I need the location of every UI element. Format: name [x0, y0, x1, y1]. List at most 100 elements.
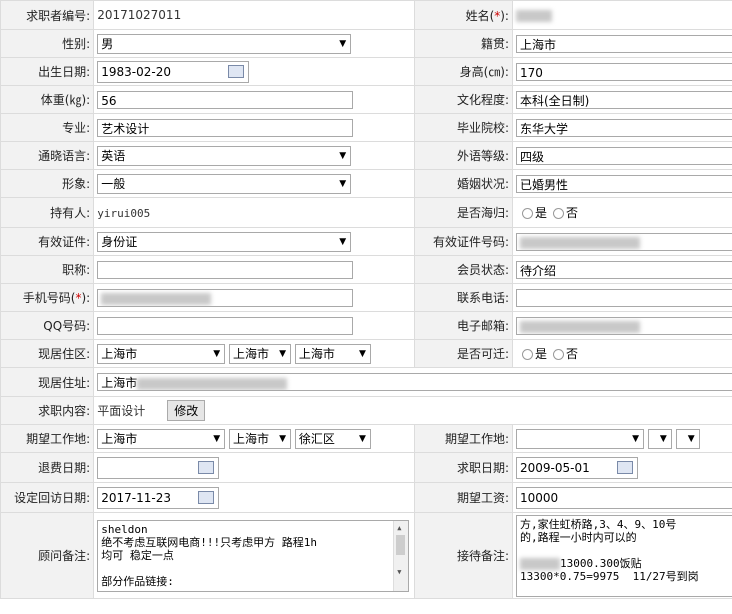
qq-label: QQ号码:: [0, 311, 95, 340]
birth-label: 出生日期:: [0, 57, 95, 86]
residence-district-select[interactable]: 上海市 ▼: [294, 343, 371, 364]
major-input[interactable]: 艺术设计: [97, 118, 354, 137]
chevron-down-icon: ▼: [659, 433, 667, 444]
residence-label: 现居住区:: [0, 339, 95, 368]
chevron-down-icon: ▼: [339, 38, 347, 49]
chevron-down-icon: ▼: [339, 236, 347, 247]
refund-date-label: 退费日期:: [0, 452, 95, 483]
returnee-yes-radio[interactable]: [521, 208, 533, 219]
native-input[interactable]: 上海市: [515, 34, 732, 53]
expect2-city-select[interactable]: ▼: [647, 428, 672, 449]
returnee-no-radio[interactable]: [553, 208, 564, 219]
name-label: 姓名(*):: [413, 0, 513, 30]
id-no-input[interactable]: [515, 232, 732, 251]
reception-note-textarea[interactable]: 方,家住虹桥路,3、4、9、10号 的,路程一小时内可以的 13000.300饭…: [515, 514, 732, 597]
language-level-label: 外语等级:: [413, 141, 513, 170]
address-label: 现居住址:: [0, 367, 95, 397]
calendar-icon[interactable]: [198, 460, 215, 474]
residence-province-select[interactable]: 上海市 ▼: [97, 343, 226, 364]
seeker-no-value: 20171027011: [97, 8, 182, 22]
language-label: 通晓语言:: [0, 141, 95, 170]
education-label: 文化程度:: [413, 85, 513, 114]
reception-note-label: 接待备注:: [413, 512, 513, 599]
qq-input[interactable]: [97, 316, 354, 335]
id-type-label: 有效证件:: [0, 227, 95, 256]
scrollbar[interactable]: ▲ ▼: [393, 520, 409, 591]
weight-input[interactable]: 56: [97, 90, 354, 109]
name-value-redacted: [515, 9, 552, 22]
job-content-value: 平面设计: [97, 404, 146, 418]
title-label: 职称:: [0, 255, 95, 284]
language-select[interactable]: 英语 ▼: [97, 145, 352, 166]
expect-location-label-2: 期望工作地:: [413, 424, 513, 453]
salary-label: 期望工资:: [413, 482, 513, 513]
relocate-yes-radio[interactable]: [521, 349, 533, 360]
expect2-province-select[interactable]: ▼: [515, 428, 644, 449]
email-input[interactable]: [515, 316, 732, 335]
native-label: 籍贯:: [413, 29, 513, 58]
chevron-down-icon: ▼: [632, 433, 639, 444]
image-label: 形象:: [0, 169, 95, 198]
gender-select[interactable]: 男 ▼: [97, 33, 352, 54]
revisit-date-label: 设定回访日期:: [0, 482, 95, 513]
revisit-date-input[interactable]: 2017-11-23: [97, 486, 220, 509]
chevron-down-icon: ▼: [358, 348, 366, 359]
id-no-label: 有效证件号码:: [413, 227, 513, 256]
chevron-down-icon: ▼: [213, 348, 221, 359]
chevron-down-icon: ▼: [339, 150, 347, 161]
seeker-no-label: 求职者编号:: [0, 0, 95, 30]
id-type-select[interactable]: 身份证 ▼: [97, 231, 352, 252]
refund-date-input[interactable]: [97, 456, 220, 479]
chevron-down-icon: ▼: [358, 433, 366, 444]
school-label: 毕业院校:: [413, 113, 513, 142]
seeker-form: 求职者编号: 20171027011 姓名(*): 性别: 男 ▼ 籍贯: 上海市…: [0, 0, 732, 599]
marital-input[interactable]: 已婚男性: [515, 174, 732, 193]
salary-input[interactable]: 10000: [515, 486, 732, 509]
contact-input[interactable]: [515, 288, 732, 307]
email-label: 电子邮箱:: [413, 311, 513, 340]
returnee-no-label: 否: [566, 206, 579, 220]
job-content-label: 求职内容:: [0, 396, 95, 425]
mobile-label: 手机号码(*):: [0, 283, 95, 312]
expect-province-select[interactable]: 上海市 ▼: [97, 428, 226, 449]
expect-location-label: 期望工作地:: [0, 424, 95, 453]
height-label: 身高(㎝):: [413, 57, 513, 86]
modify-button[interactable]: 修改: [167, 400, 206, 421]
calendar-icon[interactable]: [616, 460, 633, 474]
mobile-input[interactable]: [97, 288, 354, 307]
apply-date-input[interactable]: 2009-05-01: [515, 456, 638, 479]
calendar-icon[interactable]: [228, 64, 245, 78]
chevron-down-icon: ▼: [279, 433, 287, 444]
marital-label: 婚姻状况:: [413, 169, 513, 198]
holder-label: 持有人:: [0, 197, 95, 228]
relocate-label: 是否可迁:: [413, 339, 513, 368]
image-select[interactable]: 一般 ▼: [97, 173, 352, 194]
returnee-label: 是否海归:: [413, 197, 513, 228]
birth-date-input[interactable]: 1983-02-20: [97, 60, 250, 83]
weight-label: 体重(㎏):: [0, 85, 95, 114]
apply-date-label: 求职日期:: [413, 452, 513, 483]
school-input[interactable]: 东华大学: [515, 118, 732, 137]
advisor-note-textarea[interactable]: sheldon 绝不考虑互联网电商!!!只考虑甲方 路程1h 均可 稳定一点 部…: [97, 519, 410, 592]
language-level-input[interactable]: 四级: [515, 146, 732, 165]
advisor-note-label: 顾问备注:: [0, 512, 95, 599]
expect-city-select[interactable]: 上海市 ▼: [229, 428, 292, 449]
member-status-input[interactable]: 待介绍: [515, 260, 732, 279]
residence-city-select[interactable]: 上海市 ▼: [229, 343, 292, 364]
member-status-label: 会员状态:: [413, 255, 513, 284]
expect2-district-select[interactable]: ▼: [675, 428, 700, 449]
gender-label: 性别:: [0, 29, 95, 58]
holder-value: yirui005: [97, 206, 151, 220]
title-input[interactable]: [97, 260, 354, 279]
major-label: 专业:: [0, 113, 95, 142]
address-input[interactable]: 上海市: [97, 373, 732, 391]
calendar-icon[interactable]: [198, 490, 215, 504]
expect-district-select[interactable]: 徐汇区 ▼: [294, 428, 371, 449]
chevron-down-icon: ▼: [339, 178, 347, 189]
height-input[interactable]: 170: [515, 62, 732, 81]
education-input[interactable]: 本科(全日制): [515, 90, 732, 109]
relocate-no-radio[interactable]: [553, 349, 564, 360]
contact-label: 联系电话:: [413, 283, 513, 312]
chevron-down-icon: ▼: [213, 433, 221, 444]
returnee-yes-label: 是: [534, 206, 547, 220]
